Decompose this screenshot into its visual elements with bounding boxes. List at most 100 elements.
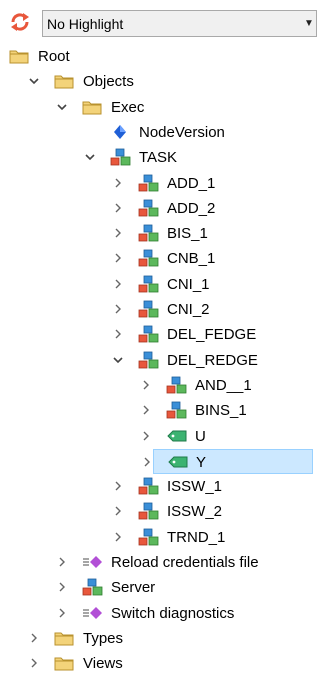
tree-item-and-1[interactable]: AND__1 [0, 373, 313, 398]
chevron-right-icon[interactable] [112, 227, 124, 239]
toolbar: No Highlight ▼ [0, 0, 317, 40]
chevron-right-icon[interactable] [140, 379, 152, 391]
chevron-right-icon[interactable] [141, 456, 153, 468]
tree-item-label: NodeVersion [139, 123, 225, 141]
tree-item-objects[interactable]: Objects [0, 69, 313, 94]
chevron-down-icon[interactable] [112, 354, 124, 366]
chevron-down-icon[interactable] [84, 151, 96, 163]
tree-item-types[interactable]: Types [0, 626, 313, 651]
chevron-right-icon[interactable] [112, 328, 124, 340]
tree-item-label: AND__1 [195, 376, 252, 394]
tree-item-cni-1[interactable]: CNI_1 [0, 272, 313, 297]
tree-item-label: Switch diagnostics [111, 604, 235, 622]
variable-icon [166, 427, 187, 446]
tree-item-del-fedge[interactable]: DEL_FEDGE [0, 322, 313, 347]
tree-item-bis-1[interactable]: BIS_1 [0, 221, 313, 246]
object-icon [166, 376, 187, 395]
object-icon [110, 148, 131, 167]
tree-item-label: Y [196, 453, 207, 471]
object-icon [138, 325, 159, 344]
tree-item-cnb-1[interactable]: CNB_1 [0, 246, 313, 271]
tree-item-label: BIS_1 [167, 225, 208, 243]
tree-item-label: CNB_1 [167, 250, 216, 268]
object-icon [82, 578, 103, 597]
chevron-right-icon[interactable] [112, 480, 124, 492]
folder-icon [82, 98, 102, 117]
tree-item-task[interactable]: TASK [0, 145, 313, 170]
object-icon [138, 224, 159, 243]
tree-item-label: Server [111, 579, 156, 597]
chevron-down-icon[interactable] [56, 101, 68, 113]
folder-icon [9, 47, 29, 66]
tree-item-label: Types [83, 629, 124, 647]
tree-item-root[interactable]: Root [0, 44, 313, 69]
tree-item-label: Root [38, 48, 70, 65]
tree-item-issw-1[interactable]: ISSW_1 [0, 474, 313, 499]
object-icon [138, 351, 159, 370]
property-icon [110, 123, 130, 142]
object-icon [138, 528, 159, 547]
object-icon [166, 401, 187, 420]
tree-item-label: U [195, 427, 206, 445]
object-icon [138, 199, 159, 218]
tree-item-label: BINS_1 [195, 402, 247, 420]
tree-item-label: CNI_1 [167, 275, 210, 293]
chevron-right-icon[interactable] [56, 607, 68, 619]
chevron-right-icon[interactable] [140, 404, 152, 416]
tree-item-label: ADD_1 [167, 174, 216, 192]
object-icon [138, 174, 159, 193]
tree-item-label: ADD_2 [167, 199, 216, 217]
tree-item-nodeversion[interactable]: NodeVersion [0, 120, 313, 145]
tree-item-switch-diagnostics[interactable]: Switch diagnostics [0, 601, 313, 626]
object-icon [138, 300, 159, 319]
tree-item-label: Views [83, 655, 123, 673]
tree-item-label: Reload credentials file [111, 554, 259, 571]
variable-icon [167, 453, 188, 472]
chevron-right-icon[interactable] [56, 581, 68, 593]
tree-item-label: DEL_FEDGE [167, 326, 257, 344]
tree-item-label: Exec [111, 98, 145, 116]
object-icon [138, 275, 159, 294]
chevron-right-icon[interactable] [112, 505, 124, 517]
highlight-select[interactable]: No Highlight ▼ [42, 10, 317, 37]
tree-item-exec[interactable]: Exec [0, 95, 313, 120]
chevron-right-icon[interactable] [112, 278, 124, 290]
tree-item-label: Objects [83, 73, 134, 91]
chevron-right-icon[interactable] [28, 632, 40, 644]
tree-item-server[interactable]: Server [0, 575, 313, 600]
chevron-right-icon[interactable] [112, 177, 124, 189]
tree-item-bins-1[interactable]: BINS_1 [0, 398, 313, 423]
tree-item-label: TASK [139, 149, 178, 167]
folder-icon [54, 72, 74, 91]
chevron-right-icon[interactable] [112, 252, 124, 264]
tree-item-add-1[interactable]: ADD_1 [0, 171, 313, 196]
chevron-right-icon[interactable] [56, 556, 68, 568]
tree-item-issw-2[interactable]: ISSW_2 [0, 499, 313, 524]
tree-item-add-2[interactable]: ADD_2 [0, 196, 313, 221]
tree-item-label: DEL_REDGE [167, 351, 258, 369]
tree-item-y[interactable]: Y [144, 448, 313, 474]
tree-item-trnd-1[interactable]: TRND_1 [0, 525, 313, 550]
tree-item-del-redge[interactable]: DEL_REDGE [0, 348, 313, 373]
tree-item-cni-2[interactable]: CNI_2 [0, 297, 313, 322]
method-icon [82, 604, 102, 623]
method-icon [82, 553, 102, 572]
chevron-right-icon[interactable] [112, 531, 124, 543]
chevron-down-icon: ▼ [304, 18, 314, 29]
tree-item-label: TRND_1 [167, 528, 226, 546]
chevron-right-icon[interactable] [140, 430, 152, 442]
chevron-right-icon[interactable] [112, 303, 124, 315]
highlight-select-value: No Highlight [47, 15, 124, 32]
tree-item-reload-credentials-file[interactable]: Reload credentials file [0, 550, 313, 575]
tree-item-u[interactable]: U [0, 424, 313, 449]
chevron-right-icon[interactable] [28, 657, 40, 669]
chevron-right-icon[interactable] [112, 202, 124, 214]
object-icon [138, 502, 159, 521]
object-icon [138, 477, 159, 496]
chevron-down-icon[interactable] [28, 75, 40, 87]
tree-item-label: ISSW_2 [167, 503, 223, 521]
tree-item-views[interactable]: Views [0, 651, 313, 676]
folder-icon [54, 629, 74, 648]
folder-icon [54, 654, 74, 673]
refresh-icon[interactable] [9, 12, 31, 32]
